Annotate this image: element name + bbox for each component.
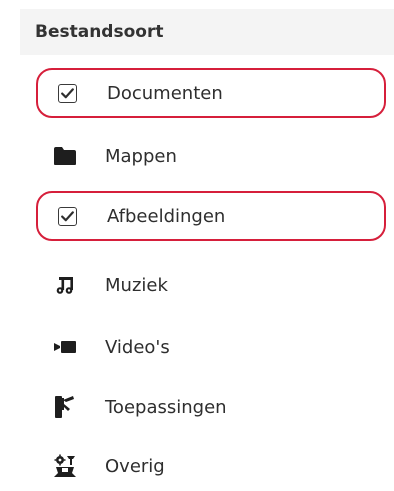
filter-item-toepassingen[interactable]: Toepassingen [36, 382, 386, 432]
file-type-filter-panel: Bestandsoort Documenten Mappen Afbeeldin… [0, 0, 394, 491]
filter-header: Bestandsoort [20, 9, 394, 55]
filter-item-mappen[interactable]: Mappen [36, 131, 386, 181]
filter-item-videos[interactable]: Video's [36, 322, 386, 372]
filter-item-documenten[interactable]: Documenten [36, 68, 386, 118]
filter-item-label: Documenten [107, 82, 223, 104]
filter-item-label: Afbeeldingen [107, 205, 226, 227]
filter-item-label: Toepassingen [105, 396, 227, 418]
documenten-checkbox[interactable] [52, 78, 82, 108]
afbeeldingen-checkbox[interactable] [52, 201, 82, 231]
filter-item-label: Overig [105, 455, 165, 477]
filter-title: Bestandsoort [35, 22, 164, 42]
checkbox-icon [57, 206, 77, 226]
application-icon [50, 392, 80, 422]
filter-item-label: Muziek [105, 274, 168, 296]
filter-item-afbeeldingen[interactable]: Afbeeldingen [36, 191, 386, 241]
filter-item-overig[interactable]: Overig [36, 441, 386, 491]
other-icon [50, 451, 80, 481]
checkbox-icon [57, 83, 77, 103]
music-note-icon [50, 270, 80, 300]
video-camera-icon [50, 332, 80, 362]
filter-item-label: Mappen [105, 145, 177, 167]
folder-icon [50, 141, 80, 171]
filter-item-label: Video's [105, 336, 170, 358]
filter-item-muziek[interactable]: Muziek [36, 260, 386, 310]
